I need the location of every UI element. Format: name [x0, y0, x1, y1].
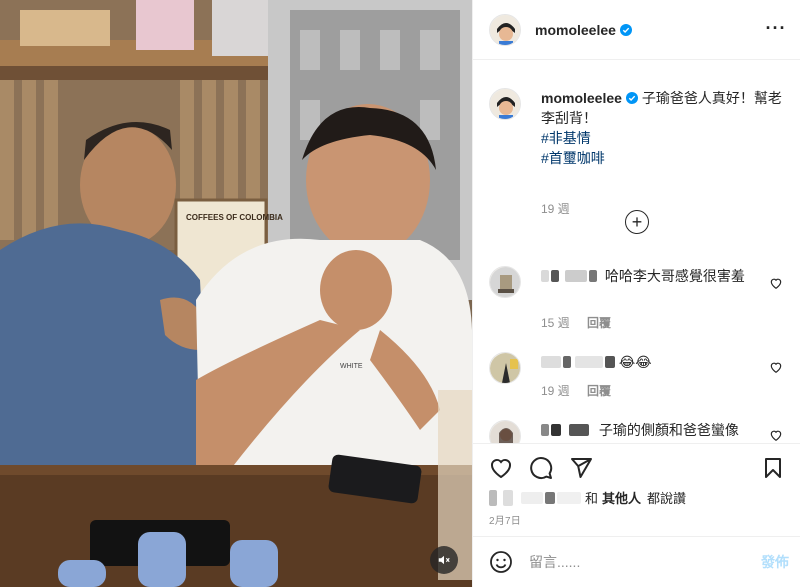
caption-verified-icon [625, 92, 638, 104]
sign-text: COFFEES OF COLOMBIA [186, 213, 283, 222]
commenter-avatar[interactable] [489, 352, 521, 384]
post-comment-button[interactable]: 發佈 [761, 552, 789, 572]
bookmark-icon[interactable] [761, 456, 785, 480]
more-horizontal-icon: ··· [765, 18, 787, 38]
blurred-username[interactable] [541, 270, 549, 282]
comment-meta: 15 週 回覆 [541, 314, 625, 331]
author-username[interactable]: momoleelee [535, 22, 616, 38]
instagram-post-modal: COFFEES OF COLOMBIA WHITE momoleelee ···… [0, 0, 800, 587]
hashtag-link[interactable]: #非基情 [541, 128, 791, 148]
comment-like-heart-icon[interactable] [769, 428, 783, 442]
comment-like-heart-icon[interactable] [769, 276, 783, 290]
action-icons-row [473, 444, 800, 492]
commenter-avatar[interactable] [489, 266, 521, 298]
comment-time[interactable]: 15 週 [541, 316, 570, 330]
verified-badge-icon [619, 23, 632, 36]
heart-icon[interactable] [489, 456, 513, 480]
comment-time[interactable]: 19 週 [541, 384, 570, 398]
blurred-username[interactable] [541, 424, 549, 436]
post-side-panel: momoleelee ··· momoleelee 子瑜爸爸人真好！幫老李刮背！… [472, 0, 800, 587]
comment-icon[interactable] [529, 456, 553, 480]
comment-text: 😂😂 [618, 354, 652, 370]
mute-button[interactable] [430, 546, 458, 574]
caption-text-block: momoleelee 子瑜爸爸人真好！幫老李刮背！ #非基情 #首璽咖啡 [541, 88, 791, 168]
shirt-text: WHITE [340, 363, 363, 370]
comment-meta: 19 週 回覆 [541, 382, 625, 399]
caption-time[interactable]: 19 週 [541, 200, 570, 217]
comment-text: 子瑜的側顏和爸爸蠻像 [598, 422, 739, 438]
caption-username[interactable]: momoleelee [541, 90, 622, 106]
post-date[interactable]: 2月7日 [489, 512, 521, 527]
comment-text-block: 哈哈李大哥感覺很害羞 [541, 266, 759, 286]
smile-icon[interactable] [489, 550, 513, 574]
comment-like-heart-icon[interactable] [769, 360, 783, 374]
comment-text-block: 子瑜的側顏和爸爸蠻像 [541, 420, 759, 440]
comment-input[interactable] [529, 554, 739, 570]
author-avatar[interactable] [489, 13, 521, 46]
commenter-avatar[interactable] [489, 420, 521, 443]
load-more-comments-button[interactable]: + [625, 210, 649, 234]
liked-by-connector: 和 [585, 491, 599, 506]
blurred-liker-avatar[interactable] [489, 489, 497, 506]
post-video[interactable]: COFFEES OF COLOMBIA WHITE [0, 0, 472, 587]
add-comment-bar: 發佈 [473, 536, 800, 587]
comment-text: 哈哈李大哥感覺很害羞 [604, 268, 745, 284]
comments-list[interactable]: momoleelee 子瑜爸爸人真好！幫老李刮背！ #非基情 #首璽咖啡 19 … [473, 60, 800, 443]
reply-button[interactable]: 回覆 [587, 316, 611, 330]
share-icon[interactable] [569, 456, 593, 480]
muted-speaker-icon [438, 555, 450, 565]
caption-author-avatar[interactable] [489, 88, 521, 120]
comment-text-block: 😂😂 [541, 352, 759, 372]
post-header: momoleelee ··· [473, 0, 800, 60]
hashtag-link[interactable]: #首璽咖啡 [541, 148, 791, 168]
liked-by-others-link[interactable]: 其他人 [602, 488, 641, 507]
liked-by-verb: 都說讚 [647, 491, 687, 506]
post-actions: 和 其他人 都說讚 2月7日 [473, 443, 800, 527]
reply-button[interactable]: 回覆 [587, 384, 611, 398]
blurred-username[interactable] [541, 356, 561, 368]
more-options-button[interactable]: ··· [764, 18, 788, 42]
video-frame: COFFEES OF COLOMBIA WHITE [0, 0, 472, 587]
plus-circle-icon: + [631, 212, 643, 232]
liked-by-line: 和 其他人 都說讚 [489, 488, 686, 507]
